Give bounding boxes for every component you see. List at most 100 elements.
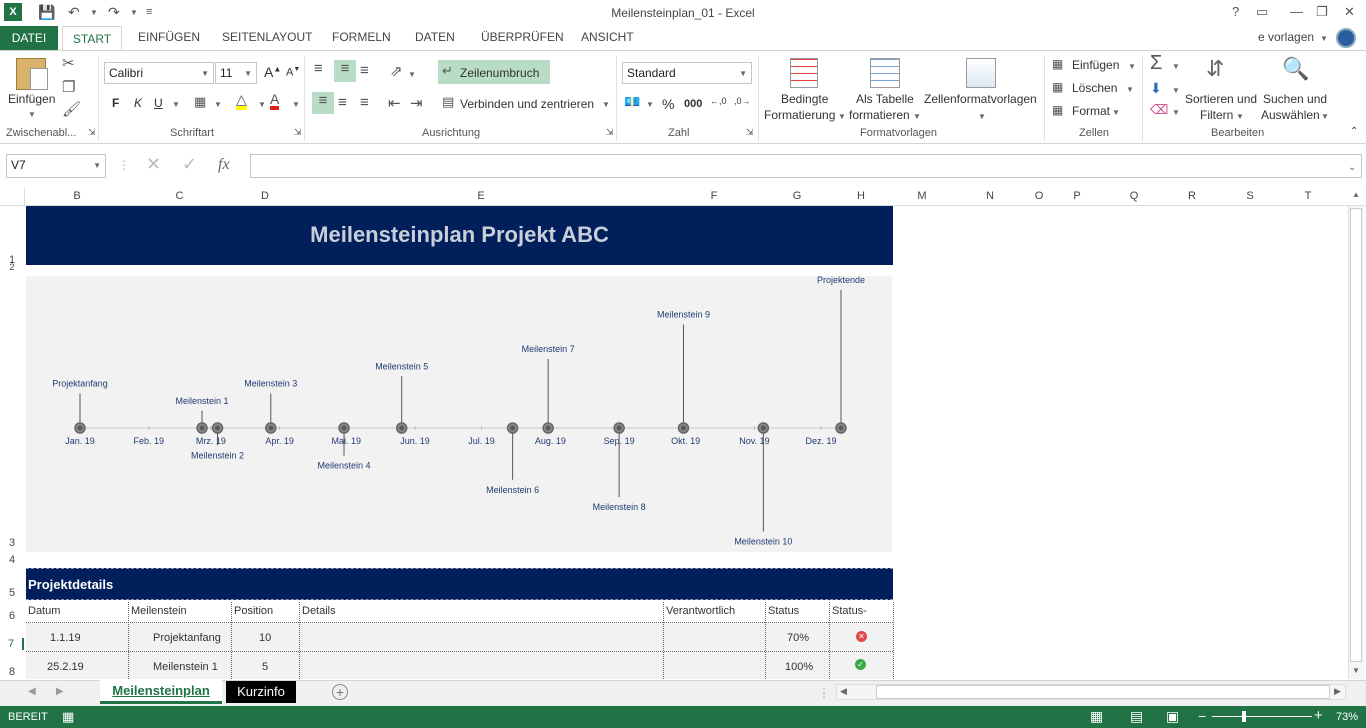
cell-status[interactable]: 70%: [787, 632, 809, 644]
autosum-icon[interactable]: Σ: [1150, 52, 1162, 75]
column-header[interactable]: E: [299, 190, 663, 202]
format-as-table-icon[interactable]: [870, 58, 900, 88]
normal-view-icon[interactable]: ▦: [1090, 708, 1103, 725]
merge-dropdown-icon[interactable]: ▼: [602, 100, 610, 109]
conditional-formatting-icon[interactable]: [790, 58, 818, 88]
tab-start[interactable]: START: [62, 26, 122, 51]
column-header[interactable]: G: [765, 190, 829, 202]
cell-styles-icon[interactable]: [966, 58, 996, 88]
name-box[interactable]: V7 ▼: [6, 154, 106, 178]
page-break-view-icon[interactable]: ▣: [1166, 708, 1179, 725]
vertical-scroll-thumb[interactable]: [1350, 208, 1362, 662]
clear-dropdown-icon[interactable]: ▼: [1172, 108, 1180, 117]
align-middle-icon[interactable]: ≡: [334, 60, 356, 82]
delete-cells-icon[interactable]: ▦: [1052, 80, 1063, 94]
tab-data[interactable]: DATEN: [415, 30, 455, 44]
sort-filter-button[interactable]: Sortieren und: [1185, 92, 1257, 106]
percent-button[interactable]: %: [662, 96, 674, 112]
select-all-corner[interactable]: [0, 188, 25, 206]
thousands-button[interactable]: 000: [684, 98, 702, 110]
sort-filter-icon[interactable]: ⇵: [1206, 56, 1224, 82]
align-top-icon[interactable]: ≡: [314, 60, 323, 77]
cell-position[interactable]: 10: [259, 632, 271, 644]
fill-icon[interactable]: ⬇: [1150, 80, 1162, 97]
row-header[interactable]: 7: [0, 638, 24, 650]
cell-datum[interactable]: 25.2.19: [47, 661, 84, 673]
horizontal-scroll-thumb[interactable]: [876, 685, 1330, 699]
column-header[interactable]: S: [1221, 190, 1279, 202]
format-cells-button[interactable]: Format: [1072, 104, 1110, 118]
column-header[interactable]: N: [951, 190, 1029, 202]
column-header[interactable]: H: [829, 190, 893, 202]
table-dropdown-icon[interactable]: ▼: [913, 112, 921, 121]
restore-icon[interactable]: ❐: [1316, 4, 1328, 20]
number-dialog-launcher-icon[interactable]: ⇲: [746, 127, 754, 138]
sort-filter-button-line2[interactable]: Filtern: [1200, 108, 1233, 122]
column-header[interactable]: Q: [1105, 190, 1163, 202]
currency-icon[interactable]: 💶: [624, 94, 640, 110]
format-cells-icon[interactable]: ▦: [1052, 103, 1063, 117]
header-status-icon[interactable]: Status-: [832, 605, 867, 617]
copy-icon[interactable]: ❐: [62, 78, 75, 96]
tab-formulas[interactable]: FORMELN: [332, 30, 391, 44]
align-center-icon[interactable]: ≡: [338, 94, 347, 111]
confirm-entry-icon[interactable]: ✓: [182, 154, 197, 175]
tab-review[interactable]: ÜBERPRÜFEN: [481, 30, 564, 44]
header-position[interactable]: Position: [234, 605, 273, 617]
column-header[interactable]: R: [1163, 190, 1221, 202]
row-header[interactable]: 3: [0, 537, 24, 549]
merge-center-icon[interactable]: ▤: [442, 94, 454, 110]
merge-center-button[interactable]: Verbinden und zentrieren: [460, 97, 594, 111]
formula-input[interactable]: [250, 154, 1362, 178]
scroll-down-icon[interactable]: ▼: [1352, 666, 1360, 675]
clear-icon[interactable]: ⌫: [1150, 102, 1168, 118]
row-header[interactable]: 8: [0, 666, 24, 678]
header-datum[interactable]: Datum: [28, 605, 60, 617]
find-select-icon[interactable]: 🔍: [1282, 56, 1309, 82]
shrink-font-icon[interactable]: A▼: [286, 66, 300, 79]
format-painter-icon[interactable]: 🖌: [62, 100, 81, 118]
header-verantwortlich[interactable]: Verantwortlich: [666, 605, 735, 617]
ribbon-display-icon[interactable]: ▭: [1256, 4, 1268, 20]
header-status[interactable]: Status: [768, 605, 799, 617]
macro-record-icon[interactable]: ▦: [62, 709, 74, 725]
decrease-decimal-icon[interactable]: ,0→: [734, 96, 751, 106]
row-header[interactable]: 4: [0, 554, 24, 566]
conditional-dropdown-icon[interactable]: ▼: [838, 112, 846, 121]
increase-indent-icon[interactable]: ⇥: [410, 94, 423, 112]
borders-dropdown-icon[interactable]: ▼: [214, 100, 222, 109]
header-details[interactable]: Details: [302, 605, 336, 617]
close-icon[interactable]: ✕: [1344, 4, 1355, 20]
insert-cells-icon[interactable]: ▦: [1052, 57, 1063, 71]
tab-scroll-right-icon[interactable]: ▶: [56, 686, 64, 697]
column-header[interactable]: B: [26, 190, 128, 202]
column-header[interactable]: C: [128, 190, 231, 202]
zoom-in-icon[interactable]: +: [1314, 707, 1323, 724]
underline-dropdown-icon[interactable]: ▼: [172, 100, 180, 109]
cell-meilenstein[interactable]: Projektanfang: [153, 632, 221, 644]
zoom-slider[interactable]: [1212, 716, 1312, 717]
format-as-table-button-line2[interactable]: formatieren: [849, 108, 910, 122]
cell-meilenstein[interactable]: Meilenstein 1: [153, 661, 218, 673]
align-right-icon[interactable]: ≡: [360, 94, 369, 111]
zoom-level[interactable]: 73%: [1336, 711, 1358, 723]
fill-color-dropdown-icon[interactable]: ▼: [258, 100, 266, 109]
row-header[interactable]: 2: [0, 262, 24, 272]
autosum-dropdown-icon[interactable]: ▼: [1172, 62, 1180, 71]
tab-scroll-left-icon[interactable]: ◀: [28, 686, 36, 697]
sheet-title[interactable]: Meilensteinplan Projekt ABC: [26, 222, 893, 248]
hscroll-left-icon[interactable]: ◀: [840, 686, 847, 697]
globe-icon[interactable]: [1336, 28, 1356, 48]
conditional-formatting-button-line2[interactable]: Formatierung: [764, 108, 835, 122]
column-header[interactable]: T: [1279, 190, 1337, 202]
column-header[interactable]: P: [1049, 190, 1105, 202]
orientation-icon[interactable]: ⇗: [390, 62, 403, 80]
font-name-select[interactable]: Calibri ▼: [104, 62, 214, 84]
account-dropdown-icon[interactable]: ▼: [1320, 34, 1328, 43]
fill-color-icon[interactable]: △: [236, 92, 247, 110]
conditional-formatting-button[interactable]: Bedingte: [781, 92, 828, 106]
minimize-icon[interactable]: —: [1290, 4, 1303, 19]
font-color-dropdown-icon[interactable]: ▼: [292, 100, 300, 109]
column-header[interactable]: D: [231, 190, 299, 202]
bold-button[interactable]: F: [112, 96, 119, 110]
